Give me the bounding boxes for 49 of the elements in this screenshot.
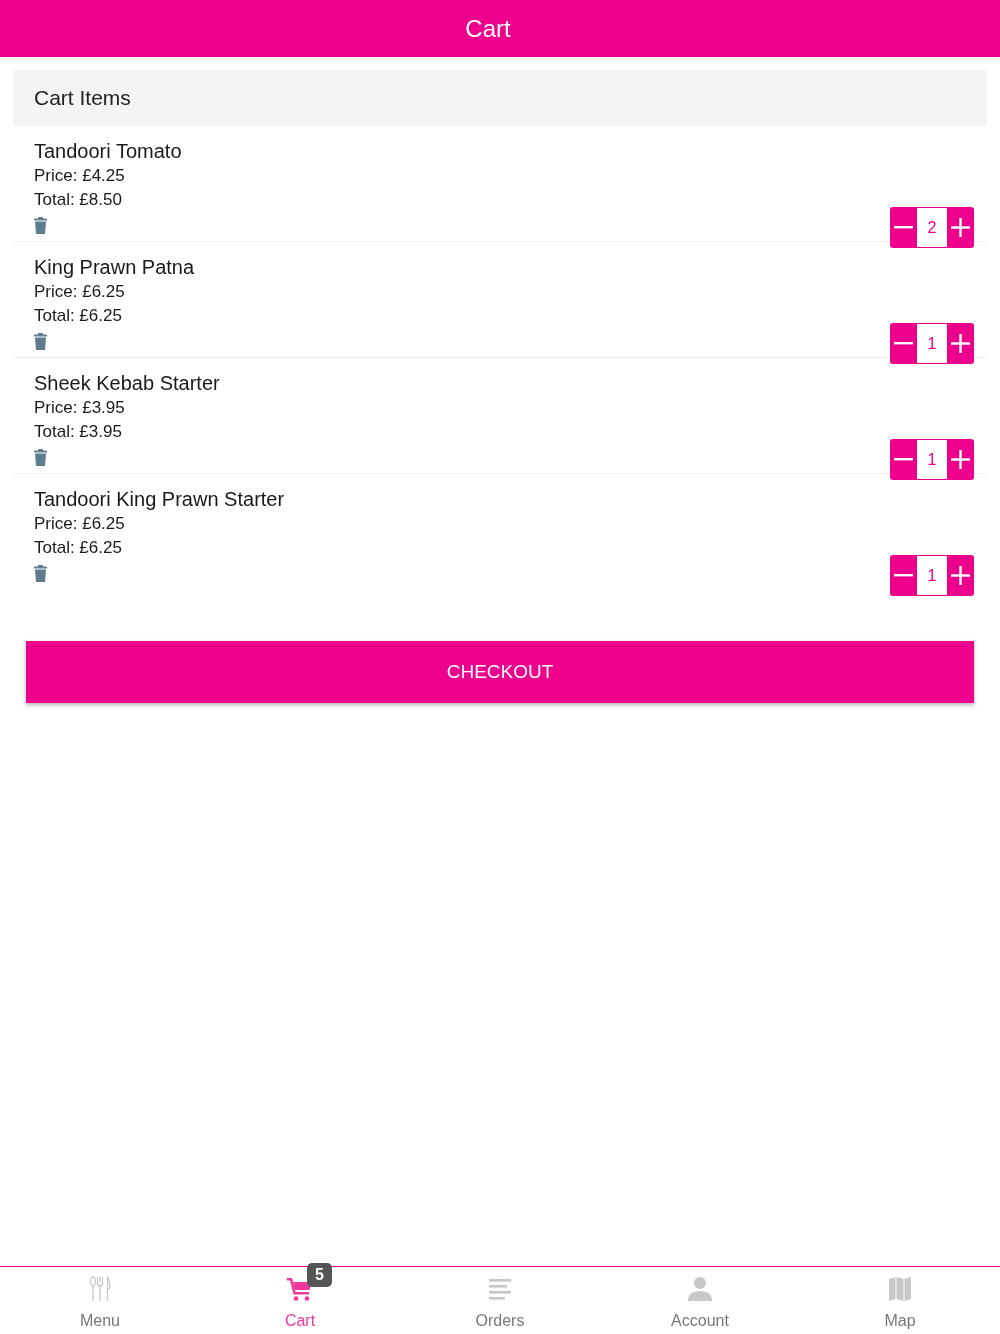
count-badge: 5 — [307, 1263, 332, 1287]
trash-icon[interactable] — [34, 333, 47, 350]
list-lines-icon — [487, 1276, 513, 1302]
decrease-button[interactable] — [890, 323, 917, 364]
tab-bar-item[interactable]: Account — [600, 1267, 800, 1334]
map-icon — [887, 1276, 913, 1302]
trash-icon[interactable] — [34, 217, 47, 234]
item-total: Total: £3.95 — [34, 421, 122, 443]
item-name: Sheek Kebab Starter — [34, 371, 220, 396]
decrease-button[interactable] — [890, 207, 917, 248]
fork-and-knife-icon — [87, 1276, 113, 1302]
decrease-button[interactable] — [890, 555, 917, 596]
trash-icon[interactable] — [34, 449, 47, 466]
tab-bar-item[interactable]: Map — [800, 1267, 1000, 1334]
minus-icon — [894, 342, 913, 345]
plus-icon — [951, 334, 970, 353]
cart-items-heading: Cart Items — [34, 86, 131, 110]
item-price: Price: £6.25 — [34, 281, 125, 303]
checkout-button[interactable]: CHECKOUT — [26, 641, 974, 703]
minus-icon — [894, 226, 913, 229]
plus-icon — [951, 218, 970, 237]
increase-button[interactable] — [947, 207, 974, 248]
decrease-button[interactable] — [890, 439, 917, 480]
trash-icon[interactable] — [34, 565, 47, 582]
item-name: Tandoori Tomato — [34, 139, 182, 164]
tab-bar-item[interactable]: Orders — [400, 1267, 600, 1334]
quantity-field[interactable]: 1 — [917, 323, 947, 364]
item-name: King Prawn Patna — [34, 255, 195, 280]
header-title: Cart — [465, 14, 511, 43]
minus-icon — [894, 458, 913, 461]
increase-button[interactable] — [947, 555, 974, 596]
plus-icon — [951, 450, 970, 469]
item-total: Total: £6.25 — [34, 537, 122, 559]
quantity-field[interactable]: 1 — [917, 555, 947, 596]
item-price: Price: £4.25 — [34, 165, 125, 187]
quantity-field[interactable]: 2 — [917, 207, 947, 248]
item-total: Total: £8.50 — [34, 189, 122, 211]
person-icon — [687, 1276, 713, 1302]
shopping-cart-icon — [287, 1276, 313, 1302]
item-price: Price: £3.95 — [34, 397, 125, 419]
quantity-field[interactable]: 1 — [917, 439, 947, 480]
item-price: Price: £6.25 — [34, 513, 125, 535]
minus-icon — [894, 574, 913, 577]
item-total: Total: £6.25 — [34, 305, 122, 327]
item-name: Tandoori King Prawn Starter — [34, 487, 285, 512]
increase-button[interactable] — [947, 323, 974, 364]
plus-icon — [951, 566, 970, 585]
tab-bar-item[interactable]: Menu — [0, 1267, 200, 1334]
increase-button[interactable] — [947, 439, 974, 480]
